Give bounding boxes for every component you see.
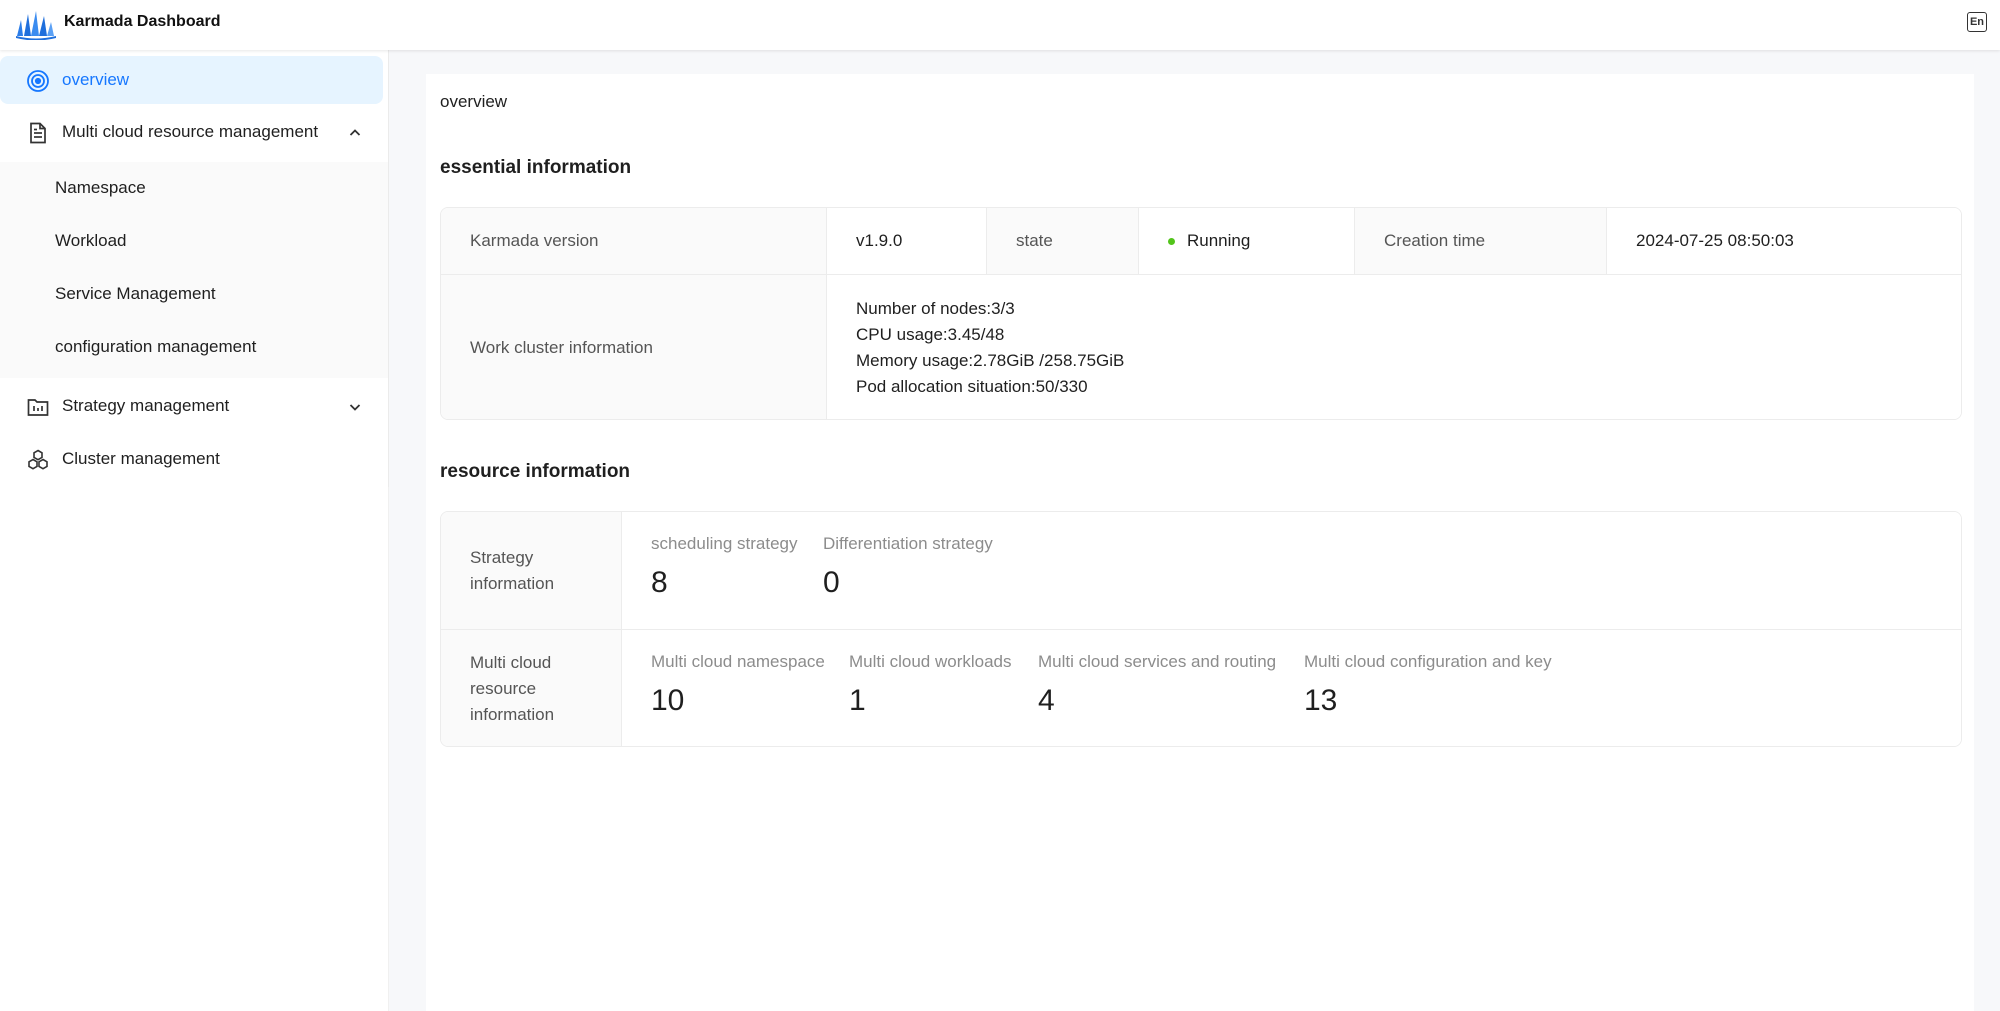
- stat-multi-cloud-namespace: Multi cloud namespace 10: [651, 652, 825, 718]
- stat-value: 0: [823, 566, 840, 599]
- sidebar-item-cluster-management[interactable]: Cluster management: [0, 435, 389, 483]
- chevron-down-icon: [349, 404, 361, 411]
- stat-multi-cloud-workloads: Multi cloud workloads 1: [849, 652, 1012, 718]
- sidebar-subitem-namespace[interactable]: Namespace: [55, 178, 146, 198]
- sidebar-subitem-configuration-management[interactable]: configuration management: [55, 337, 256, 357]
- strategy-information-text: Strategy information: [470, 547, 555, 593]
- stat-title: scheduling strategy: [651, 534, 798, 553]
- table-divider: [441, 274, 1961, 275]
- sidebar-subitem-service-management[interactable]: Service Management: [55, 284, 216, 304]
- sidebar-item-label: Multi cloud resource management: [62, 122, 319, 141]
- stat-title: Multi cloud services and routing: [1038, 652, 1277, 671]
- sidebar-item-label: overview: [62, 70, 130, 89]
- sidebar-item-label: Cluster management: [62, 449, 220, 468]
- cluster-pod-allocation: Pod allocation situation:50/330: [856, 377, 1088, 396]
- cluster-memory-usage: Memory usage:2.78GiB /258.75GiB: [856, 351, 1125, 370]
- sidebar-subitem-workload[interactable]: Workload: [55, 231, 127, 251]
- table-divider: [826, 208, 827, 419]
- state-value: Running: [1139, 208, 1354, 274]
- stat-value: 1: [849, 684, 866, 717]
- stat-title: Multi cloud configuration and key: [1304, 652, 1552, 671]
- cluster-icon: [28, 449, 48, 470]
- stat-value: 4: [1038, 684, 1055, 717]
- status-dot: [1168, 237, 1175, 245]
- multi-cloud-resource-label: Multi cloud resource information: [441, 630, 621, 746]
- resource-information-title: resource information: [440, 461, 631, 482]
- language-toggle-button[interactable]: En: [1967, 12, 1987, 32]
- table-divider: [1354, 208, 1355, 274]
- stat-multi-cloud-services: Multi cloud services and routing 4: [1038, 652, 1276, 718]
- sidebar-item-strategy-management[interactable]: Strategy management: [0, 382, 389, 430]
- top-header: Karmada Dashboard En: [0, 0, 2000, 50]
- creation-time-value: 2024-07-25 08:50:03: [1607, 208, 1961, 274]
- target-icon: [27, 70, 49, 92]
- stat-title: Differentiation strategy: [823, 534, 993, 553]
- strategy-icon: [27, 399, 49, 416]
- table-divider: [441, 629, 1961, 630]
- stat-title: Multi cloud workloads: [849, 652, 1012, 671]
- stat-scheduling-strategy: scheduling strategy 8: [651, 534, 797, 600]
- sidebar-item-overview[interactable]: overview: [0, 56, 383, 104]
- stat-differentiation-strategy: Differentiation strategy 0: [823, 534, 993, 600]
- work-cluster-value: Number of nodes:3/3 CPU usage:3.45/48 Me…: [827, 275, 1961, 419]
- stat-value: 10: [651, 684, 685, 717]
- chevron-up-icon: [349, 129, 361, 136]
- app-title: Karmada Dashboard: [64, 13, 221, 30]
- submenu-multi-cloud-resource: Namespace Workload Service Management co…: [0, 162, 388, 378]
- essential-information-table: Karmada version v1.9.0 state Running Cre…: [440, 207, 1962, 420]
- karmada-version-label: Karmada version: [441, 208, 826, 274]
- strategy-information-label: Strategy information: [441, 512, 621, 629]
- stat-title: Multi cloud namespace: [651, 652, 825, 671]
- sidebar-item-multi-cloud-resource[interactable]: Multi cloud resource management: [0, 108, 389, 156]
- cluster-nodes: Number of nodes:3/3: [856, 299, 1015, 318]
- work-cluster-label: Work cluster information: [441, 275, 826, 419]
- sidebar: overview Multi cloud resource management…: [0, 50, 389, 487]
- essential-information-title: essential information: [440, 157, 632, 178]
- cluster-cpu-usage: CPU usage:3.45/48: [856, 325, 1005, 344]
- table-divider: [1138, 208, 1139, 274]
- table-divider: [1606, 208, 1607, 274]
- stat-multi-cloud-configuration: Multi cloud configuration and key 13: [1304, 652, 1552, 718]
- status-text: Running: [1187, 231, 1251, 250]
- stat-value: 8: [651, 566, 668, 599]
- resource-information-table: Strategy information Multi cloud resourc…: [440, 511, 1962, 747]
- karmada-version-value: v1.9.0: [827, 208, 986, 274]
- stat-value: 13: [1304, 684, 1338, 717]
- creation-time-label: Creation time: [1355, 208, 1606, 274]
- karmada-logo: [16, 11, 56, 40]
- document-icon: [30, 122, 46, 144]
- state-label: state: [987, 208, 1138, 274]
- multi-cloud-resource-text: Multi cloud resource information: [470, 653, 555, 724]
- sidebar-item-label: Strategy management: [62, 396, 230, 415]
- table-divider: [986, 208, 987, 274]
- breadcrumb: overview: [440, 92, 508, 111]
